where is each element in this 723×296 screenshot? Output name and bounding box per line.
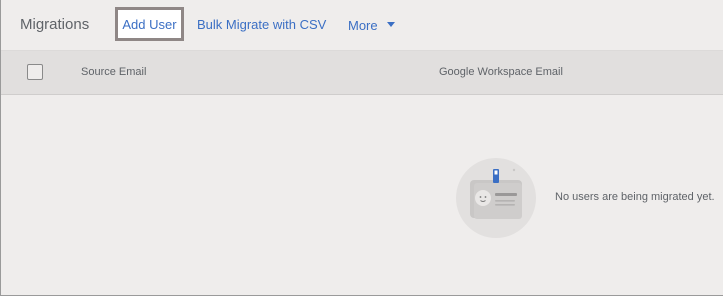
migrations-panel: Migrations Add User Bulk Migrate with CS… [0, 0, 723, 296]
empty-state-message: No users are being migrated yet. [555, 191, 715, 203]
page-title: Migrations [20, 16, 90, 33]
column-header-source-email[interactable]: Source Email [81, 66, 146, 78]
more-menu-button[interactable]: More [348, 18, 395, 33]
add-user-button[interactable]: Add User [115, 7, 184, 41]
select-all-checkbox[interactable] [27, 64, 43, 80]
table-header: Source Email Google Workspace Email [1, 51, 723, 95]
add-user-label: Add User [122, 16, 177, 32]
caret-down-icon [386, 22, 395, 27]
toolbar: Migrations Add User Bulk Migrate with CS… [1, 0, 723, 51]
more-label: More [348, 18, 378, 33]
bulk-migrate-csv-button[interactable]: Bulk Migrate with CSV [197, 17, 326, 32]
column-header-google-workspace-email[interactable]: Google Workspace Email [439, 66, 563, 78]
id-badge-icon [456, 158, 536, 238]
